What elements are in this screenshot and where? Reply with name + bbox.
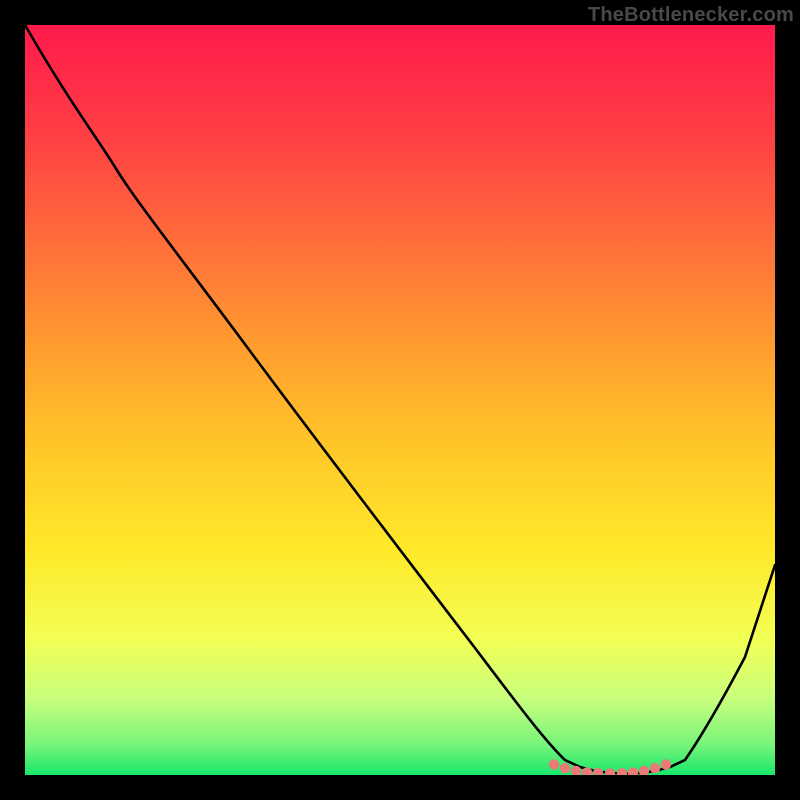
highlight-dot — [661, 759, 671, 769]
plot-area — [25, 25, 775, 775]
highlight-dot — [549, 759, 559, 769]
bottleneck-chart-svg — [25, 25, 775, 775]
highlight-dot — [650, 763, 660, 773]
highlight-dot — [560, 763, 570, 773]
gradient-background — [25, 25, 775, 775]
chart-container: TheBottlenecker.com — [0, 0, 800, 800]
watermark-text: TheBottlenecker.com — [588, 4, 794, 27]
